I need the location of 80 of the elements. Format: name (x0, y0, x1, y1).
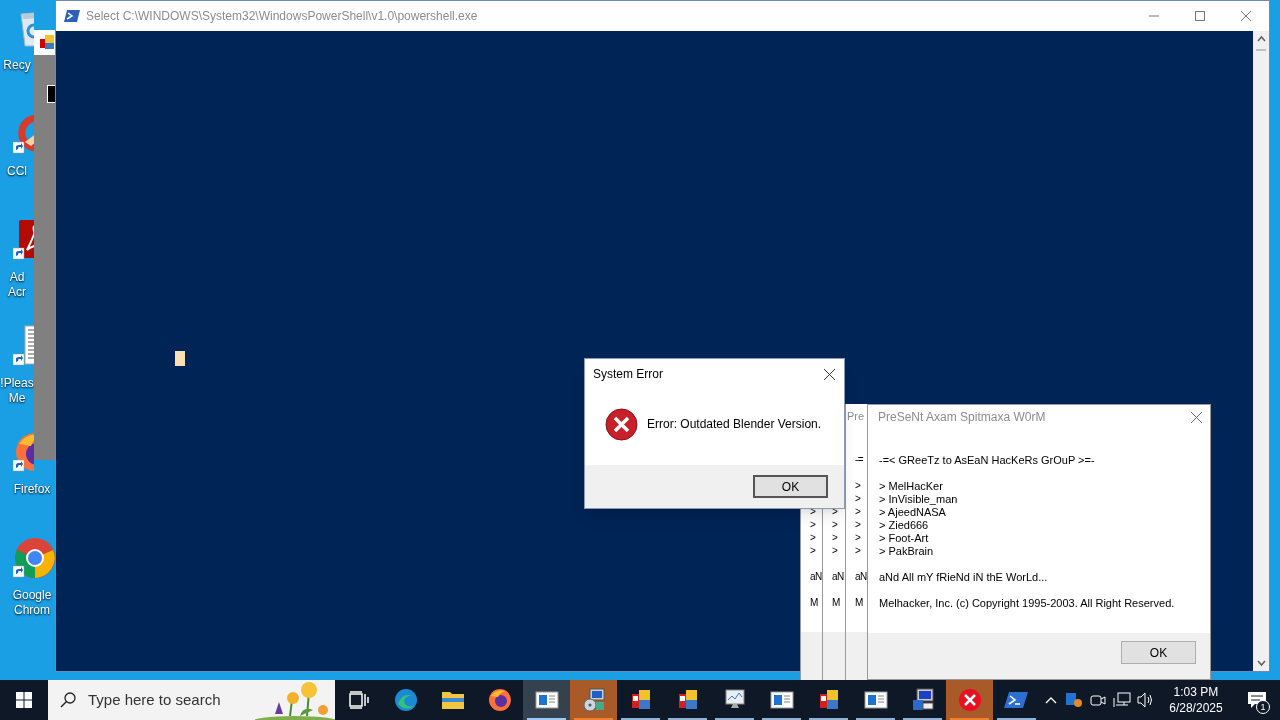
window-icon (863, 688, 888, 712)
taskbar-app-button[interactable] (570, 680, 618, 720)
icon-label: CCl (7, 164, 27, 179)
icon-label: Firefox (13, 482, 51, 497)
camera-icon[interactable] (1089, 692, 1106, 708)
text-cursor (175, 351, 185, 366)
closing-line: aNd All mY fRieNd iN thE WorLd... (879, 571, 1048, 584)
window-icon (534, 688, 559, 712)
dialog-title: Pre (846, 408, 865, 424)
notification-button[interactable]: 1 (1233, 680, 1280, 720)
search-placeholder: Type here to search (87, 689, 221, 710)
search-icon (59, 692, 76, 708)
dialog-title: System Error (593, 366, 663, 383)
ok-button[interactable]: OK (1121, 641, 1196, 664)
task-view-icon (348, 691, 369, 709)
dialog-footer (823, 632, 845, 680)
close-icon (1241, 11, 1251, 21)
name-line: > (810, 505, 816, 518)
icon-label: Recy (3, 58, 31, 73)
icon-label: Google Chrom (12, 588, 52, 618)
name-line: > (832, 531, 838, 544)
maximize-icon (1195, 11, 1205, 21)
close-icon[interactable] (824, 368, 835, 380)
tiles-icon (40, 35, 54, 49)
close-icon[interactable] (1191, 411, 1202, 423)
name-line: > (810, 518, 816, 531)
brush-icon[interactable] (13, 112, 34, 156)
error-icon (957, 688, 982, 712)
name-line: > (832, 505, 838, 518)
name-line: > (810, 544, 816, 557)
network-icon[interactable] (1112, 692, 1131, 708)
wave-circle-icon (394, 688, 419, 712)
window-title: Select C:\WINDOWS\System32\WindowsPowerShell\v1.0\powershell.exe (86, 8, 479, 25)
windows-logo-icon (15, 692, 32, 708)
name-line: > PakBrain (879, 545, 934, 558)
installer-icon (581, 688, 606, 712)
name-line: > (855, 492, 861, 505)
computer-icon (910, 688, 935, 712)
fox-globe-icon (488, 688, 512, 712)
dialog-title: PreSeNt Axam Spitmaxa W0rM (877, 409, 1046, 426)
name-line: > Foot-Art (879, 532, 929, 545)
name-line: > MelHacKer (879, 480, 943, 493)
greeting-line: -=< GReeTz to AsEaN HacKeRs GrOuP >=- (879, 454, 1095, 467)
powershell-icon (64, 9, 80, 23)
search-field[interactable]: Type here to search (47, 680, 335, 720)
window-icon (769, 688, 794, 712)
speaker-icon[interactable] (1136, 692, 1155, 708)
error-icon (605, 407, 638, 441)
icon-label: !Pleas Me (0, 376, 34, 406)
name-line: > (855, 544, 861, 557)
name-line: > (832, 518, 838, 531)
name-line: > (855, 505, 861, 518)
closing-line: aN (855, 570, 867, 583)
copyright-line: M (810, 596, 818, 609)
clock-date: 6/28/2025 (1169, 700, 1223, 716)
clock-time: 1:03 PM (1173, 684, 1219, 700)
scrollbar-thumb[interactable] (1256, 49, 1266, 51)
name-line: > Zied666 (879, 519, 929, 532)
name-line: > (810, 531, 816, 544)
name-line: > AjeedNASA (879, 506, 946, 519)
name-line: > (855, 479, 861, 492)
copyright-line: M (832, 596, 840, 609)
copyright-line: M (855, 596, 863, 609)
copyright-line: Melhacker, Inc. (c) Copyright 1995-2003. All Right Reserved. (879, 597, 1175, 610)
name-line: > (832, 544, 838, 557)
closing-line: aN (832, 570, 844, 583)
taskbar-app-button[interactable] (523, 680, 571, 720)
dialog-footer (801, 632, 822, 680)
clock[interactable]: 1:03 PM 6/28/2025 (1157, 684, 1234, 716)
name-line: > InVisible_man (879, 493, 958, 506)
notification-badge: 1 (1255, 700, 1270, 714)
icon-label: Ad Acr (8, 270, 26, 300)
greeting-line: -= (855, 453, 864, 466)
error-message: Error: Outdated Blender Version. (647, 416, 822, 433)
ok-button[interactable]: OK (753, 475, 828, 498)
chevron-up-icon[interactable] (1044, 696, 1057, 704)
globe-circle-icon[interactable] (13, 536, 55, 580)
name-line: > (855, 531, 861, 544)
name-line: > (855, 518, 861, 531)
closing-line: aN (810, 570, 822, 583)
